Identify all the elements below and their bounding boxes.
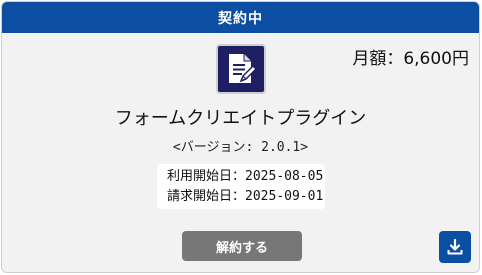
cancel-contract-button[interactable]: 解約する (182, 231, 302, 261)
status-label: 契約中 (218, 10, 263, 27)
start-date-row: 利用開始日：2025-08-05 (167, 167, 325, 187)
billing-date-label: 請求開始日： (167, 189, 246, 204)
plugin-version: <バージョン: 2.0.1> (172, 140, 309, 155)
plugin-name: フォームクリエイトプラグイン (114, 108, 367, 129)
plugin-card: 契約中 月額：6,600円 フォームクリエイトプラグイン <バージョン: 2.0… (1, 1, 480, 273)
billing-date-value: 2025-09-01 (245, 189, 324, 204)
download-button[interactable] (439, 231, 471, 263)
download-icon (447, 238, 463, 255)
monthly-price: 月額：6,600円 (352, 49, 469, 69)
start-date-label: 利用開始日： (167, 169, 246, 184)
document-edit-icon (216, 44, 266, 94)
dates-box: 利用開始日：2025-08-05 請求開始日：2025-09-01 (157, 164, 325, 209)
start-date-value: 2025-08-05 (245, 169, 324, 184)
billing-date-row: 請求開始日：2025-09-01 (167, 187, 325, 207)
status-header: 契約中 (2, 2, 479, 33)
